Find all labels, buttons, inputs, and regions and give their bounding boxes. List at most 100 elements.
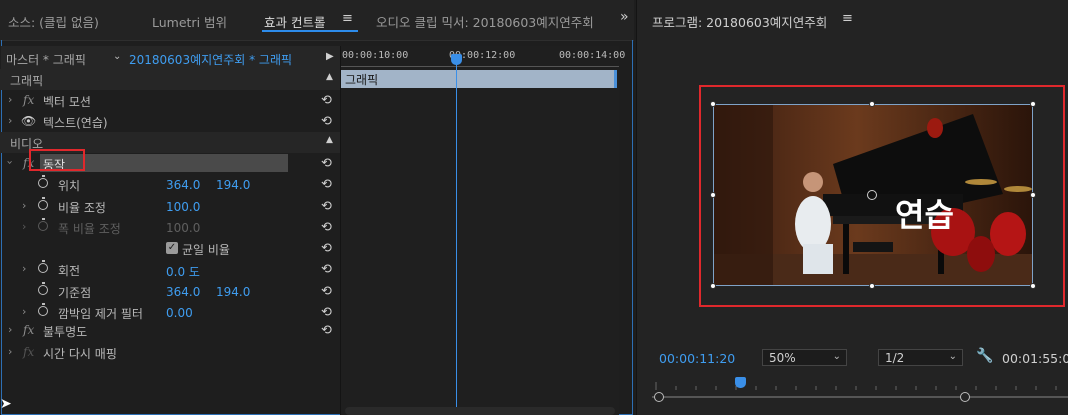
program-monitor-title[interactable]: 프로그램: 20180603예지연주회	[652, 12, 827, 31]
collapse-up-icon[interactable]: ▲	[326, 135, 333, 145]
position-x-value[interactable]: 364.0	[166, 178, 200, 192]
highlight-box-program	[699, 85, 1065, 307]
timecode-label-3: 00:00:14:00	[559, 50, 626, 61]
panel-overflow-icon[interactable]: »	[620, 9, 629, 25]
master-label[interactable]: 마스터 * 그래픽	[6, 51, 86, 68]
anchor-y-value[interactable]: 194.0	[216, 285, 250, 299]
reset-icon[interactable]: ⟲	[321, 305, 332, 320]
program-playhead-handle[interactable]	[735, 377, 746, 388]
reset-icon[interactable]: ⟲	[321, 241, 332, 256]
panel-tab-bar: 소스: (클립 없음) Lumetri 범위 효과 컨트롤 ≡ 오디오 클립 믹…	[0, 0, 634, 41]
chevron-down-icon: ⌄	[832, 351, 841, 362]
effect-row-time-remap[interactable]: › fx 시간 다시 매핑	[0, 342, 340, 363]
chevron-right-icon[interactable]: ›	[8, 323, 12, 336]
reset-icon[interactable]: ⟲	[321, 93, 332, 108]
timeline-ruler	[341, 66, 619, 67]
position-label: 위치	[58, 179, 81, 193]
mouse-cursor-icon: ➤	[0, 396, 12, 412]
param-row-rotation[interactable]: › 회전 0.0 도 ⟲	[0, 259, 340, 280]
graphic-clip-label: 그래픽	[345, 73, 379, 87]
fx-icon: fx	[23, 345, 35, 359]
reset-icon[interactable]: ⟲	[321, 199, 332, 214]
reset-icon[interactable]: ⟲	[321, 323, 332, 338]
program-scroll-track[interactable]	[652, 396, 1068, 398]
stopwatch-icon[interactable]	[38, 260, 48, 273]
tab-audio-clip-mixer[interactable]: 오디오 클립 믹서: 20180603예지연주회	[376, 12, 594, 31]
program-time-ruler[interactable]	[652, 381, 1068, 391]
chevron-right-icon[interactable]: ›	[22, 199, 26, 212]
effect-controls-header: 마스터 * 그래픽 ⌄ 20180603예지연주회 * 그래픽 ▶	[1, 46, 340, 70]
collapse-up-icon[interactable]: ▲	[326, 72, 333, 82]
scale-width-label: 폭 비율 조정	[58, 222, 121, 236]
chevron-right-icon[interactable]: ›	[8, 93, 12, 106]
active-tab-indicator	[262, 30, 358, 32]
duration-timecode: 00:01:55:0	[1002, 351, 1068, 366]
param-row-scale-width: › 폭 비율 조정 100.0 ⟲	[0, 217, 340, 238]
highlight-box-motion	[29, 149, 85, 171]
reset-icon[interactable]: ⟲	[321, 220, 332, 235]
tab-effect-controls[interactable]: 효과 컨트롤	[264, 12, 325, 31]
stopwatch-icon[interactable]	[38, 303, 48, 316]
reset-icon[interactable]: ⟲	[321, 284, 332, 299]
scale-value[interactable]: 100.0	[166, 200, 200, 214]
flicker-value[interactable]: 0.00	[166, 306, 193, 320]
stopwatch-icon	[38, 218, 48, 231]
param-row-anchor[interactable]: 기준점 364.0 194.0 ⟲	[0, 281, 340, 302]
stopwatch-icon[interactable]	[38, 175, 48, 188]
chevron-right-icon[interactable]: ›	[22, 305, 26, 318]
effect-row-opacity[interactable]: › fx 불투명도 ⟲	[0, 320, 340, 341]
zoom-value: 50%	[769, 351, 796, 365]
chevron-right-icon[interactable]: ›	[22, 262, 26, 275]
chevron-down-icon: ⌄	[948, 351, 957, 362]
effect-row-text[interactable]: › 👁 텍스트(연습) ⟲	[0, 111, 340, 132]
reset-icon[interactable]: ⟲	[321, 156, 332, 171]
zoom-select[interactable]: 50% ⌄	[762, 349, 847, 366]
param-row-position[interactable]: 위치 364.0 194.0 ⟲	[0, 174, 340, 195]
tab-lumetri-scopes[interactable]: Lumetri 범위	[152, 12, 227, 31]
chevron-down-icon[interactable]: ⌄	[113, 51, 121, 62]
section-graphics: 그래픽 ▲	[0, 69, 340, 90]
scale-width-value: 100.0	[166, 221, 201, 235]
effect-row-vector-motion[interactable]: › fx 벡터 모션 ⟲	[0, 90, 340, 111]
eye-icon[interactable]: 👁	[21, 114, 36, 128]
monitor-left-edge	[636, 0, 637, 415]
stopwatch-icon[interactable]	[38, 197, 48, 210]
wrench-icon[interactable]: 🔧	[976, 348, 993, 364]
position-y-value[interactable]: 194.0	[216, 178, 250, 192]
uniform-scale-checkbox[interactable]: ✓	[166, 242, 178, 254]
anchor-x-value[interactable]: 364.0	[166, 285, 200, 299]
rotation-value[interactable]: 0.0 도	[166, 263, 200, 280]
uniform-scale-label: 균일 비율	[182, 243, 230, 257]
play-only-audio-icon[interactable]: ▶	[326, 51, 334, 62]
hamburger-icon[interactable]: ≡	[842, 11, 853, 26]
graphic-clip[interactable]: 그래픽	[341, 70, 617, 88]
rotation-label: 회전	[58, 264, 81, 278]
stopwatch-icon[interactable]	[38, 282, 48, 295]
resolution-select[interactable]: 1/2 ⌄	[878, 349, 963, 366]
reset-icon[interactable]: ⟲	[321, 177, 332, 192]
reset-icon[interactable]: ⟲	[321, 114, 332, 129]
time-remap-label: 시간 다시 매핑	[43, 347, 117, 361]
fx-icon[interactable]: fx	[23, 323, 34, 337]
tab-source[interactable]: 소스: (클립 없음)	[8, 12, 99, 31]
chevron-down-icon[interactable]: ›	[4, 160, 17, 164]
anchor-label: 기준점	[58, 286, 92, 300]
param-row-uniform-scale[interactable]: ✓ 균일 비율 ⟲	[0, 238, 340, 259]
param-row-scale[interactable]: › 비율 조정 100.0 ⟲	[0, 196, 340, 217]
scale-label: 비율 조정	[58, 201, 106, 215]
chevron-right-icon[interactable]: ›	[8, 114, 12, 127]
playhead-timecode[interactable]: 00:00:11:20	[659, 351, 735, 366]
resolution-value: 1/2	[885, 351, 905, 365]
fx-icon[interactable]: fx	[23, 93, 34, 107]
timeline-scrollbar[interactable]	[345, 407, 615, 415]
playhead-handle[interactable]	[451, 54, 462, 65]
chevron-right-icon[interactable]: ›	[8, 345, 12, 358]
timecode-label-1: 00:00:10:00	[342, 50, 409, 61]
hamburger-icon[interactable]: ≡	[342, 11, 353, 26]
clip-label[interactable]: 20180603예지연주회 * 그래픽	[129, 51, 292, 68]
text-effect-label: 텍스트(연습)	[43, 116, 108, 130]
scroll-end-handle[interactable]	[960, 392, 970, 402]
reset-icon[interactable]: ⟲	[321, 262, 332, 277]
mini-timeline[interactable]: 00:00:10:00 00:00:12:00 00:00:14:00 그래픽	[341, 46, 625, 415]
scroll-start-handle[interactable]	[654, 392, 664, 402]
